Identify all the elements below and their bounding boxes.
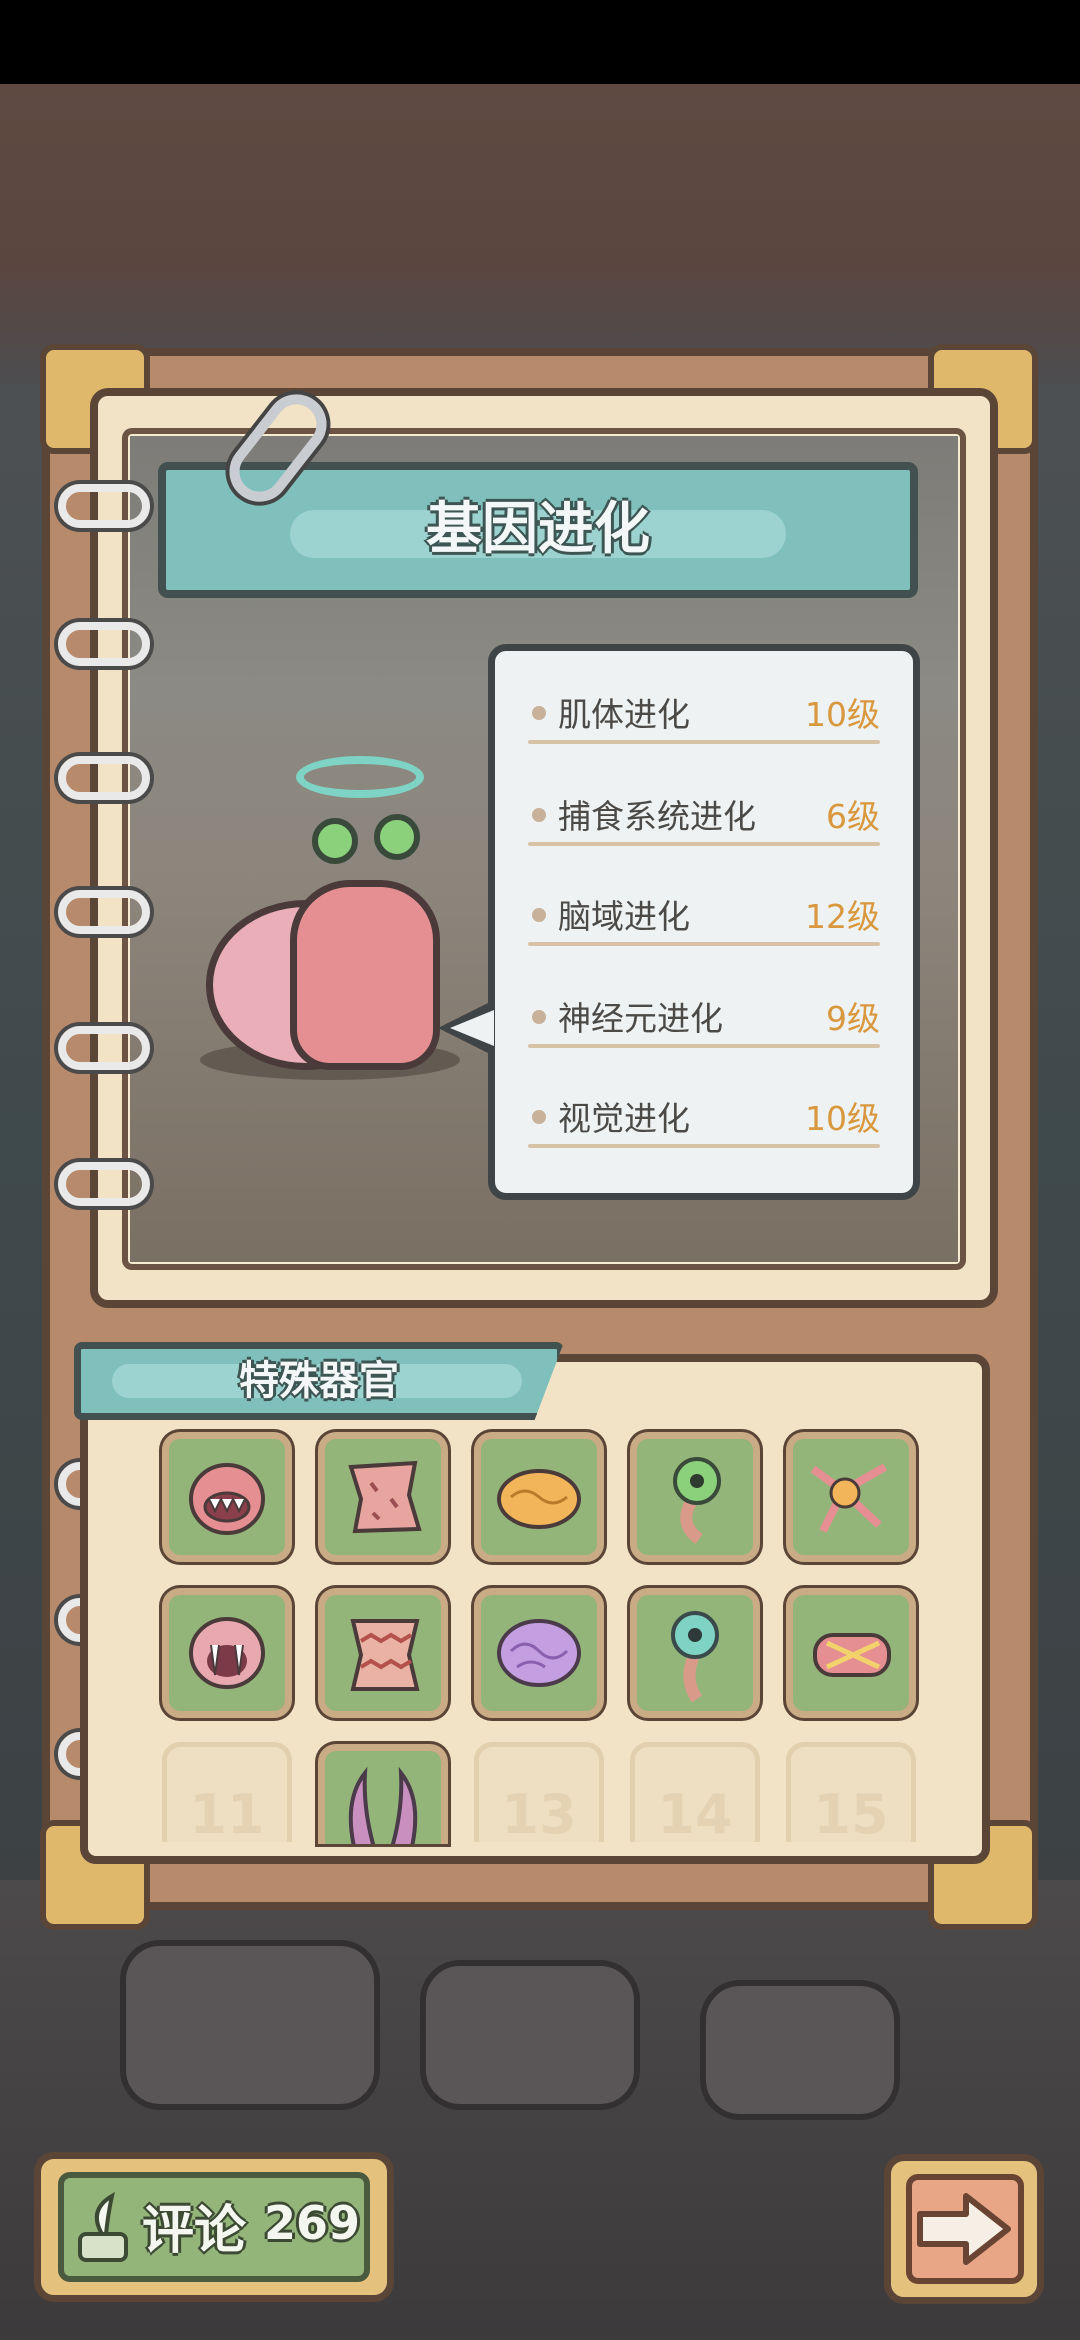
divider — [528, 740, 880, 744]
slot-number: 15 — [813, 1783, 889, 1846]
stat-row: 脑域进化 12级 — [528, 886, 880, 946]
rock — [700, 1980, 900, 2120]
organ-slot-5[interactable] — [786, 1432, 916, 1562]
stat-row: 神经元进化 9级 — [528, 988, 880, 1048]
organ-slot-7[interactable] — [318, 1588, 448, 1718]
muscle-roll-icon — [813, 1633, 891, 1677]
slot-number: 13 — [501, 1783, 577, 1846]
organ-slot-1[interactable] — [162, 1432, 292, 1562]
bullet-icon — [532, 1110, 546, 1124]
stat-level: 10级 — [805, 695, 880, 734]
slot-number: 14 — [657, 1783, 733, 1846]
skin-patch-icon — [348, 1460, 422, 1534]
stat-level: 9级 — [826, 999, 880, 1038]
monster-mouth-icon — [189, 1463, 265, 1535]
fanged-mouth-icon — [189, 1617, 265, 1689]
binder-ring — [58, 1162, 150, 1206]
halo-icon — [296, 756, 424, 798]
background-scene — [0, 84, 1080, 384]
horns-icon — [348, 1766, 418, 1844]
blue-eyestalk-icon — [671, 1611, 719, 1703]
divider — [528, 942, 880, 946]
locked-slot: 14 — [630, 1742, 760, 1846]
stat-row: 捕食系统进化 6级 — [528, 786, 880, 846]
organ-slot-4[interactable] — [630, 1432, 760, 1562]
organ-slot-9[interactable] — [630, 1588, 760, 1718]
creature-body — [290, 880, 440, 1070]
stat-name: 肌体进化 — [558, 695, 690, 734]
organ-slot-6[interactable] — [162, 1588, 292, 1718]
organ-slot-12[interactable] — [318, 1744, 448, 1844]
rock — [420, 1960, 640, 2110]
orange-brain-icon — [497, 1469, 581, 1529]
eyestalk-icon — [673, 1457, 721, 1544]
locked-slot: 13 — [474, 1742, 604, 1846]
creature-eye — [312, 818, 358, 864]
slot-number: 11 — [189, 1783, 265, 1846]
comment-count: 269 — [264, 2196, 361, 2250]
binder-ring — [58, 890, 150, 934]
stat-level: 12级 — [805, 897, 880, 936]
stat-name: 脑域进化 — [558, 897, 690, 936]
locked-slot: 11 — [162, 1742, 292, 1846]
divider — [528, 1144, 880, 1148]
stat-name: 捕食系统进化 — [558, 797, 756, 836]
divider — [528, 842, 880, 846]
locked-slot: 15 — [786, 1742, 916, 1846]
quill-icon — [78, 2191, 128, 2262]
bullet-icon — [532, 706, 546, 720]
bullet-icon — [532, 908, 546, 922]
stat-level: 6级 — [826, 797, 880, 836]
purple-brain-icon — [497, 1619, 581, 1687]
stat-name: 视觉进化 — [558, 1099, 690, 1138]
binder-ring — [58, 1026, 150, 1070]
speech-tail-inner — [450, 1010, 494, 1046]
organ-slot-8[interactable] — [474, 1588, 604, 1718]
stat-row: 视觉进化 10级 — [528, 1088, 880, 1148]
stat-level: 10级 — [805, 1099, 880, 1138]
organ-slot-10[interactable] — [786, 1588, 916, 1718]
binder-ring — [58, 484, 150, 528]
organ-slot-2[interactable] — [318, 1432, 448, 1562]
divider — [528, 1044, 880, 1048]
striped-skin-icon — [350, 1619, 420, 1691]
status-bar — [0, 0, 1080, 84]
bullet-icon — [532, 1010, 546, 1024]
arrow-right-icon — [917, 2193, 1011, 2265]
comment-label: 评论 — [142, 2201, 247, 2261]
binder-ring — [58, 622, 150, 666]
rock — [120, 1940, 380, 2110]
bullet-icon — [532, 808, 546, 822]
neuron-icon — [810, 1463, 887, 1533]
organs-title: 特殊器官 — [239, 1358, 399, 1404]
stat-row: 肌体进化 10级 — [528, 684, 880, 744]
creature-eye — [374, 814, 420, 860]
binder-ring — [58, 756, 150, 800]
stat-name: 神经元进化 — [558, 999, 723, 1038]
organ-slot-3[interactable] — [474, 1432, 604, 1562]
